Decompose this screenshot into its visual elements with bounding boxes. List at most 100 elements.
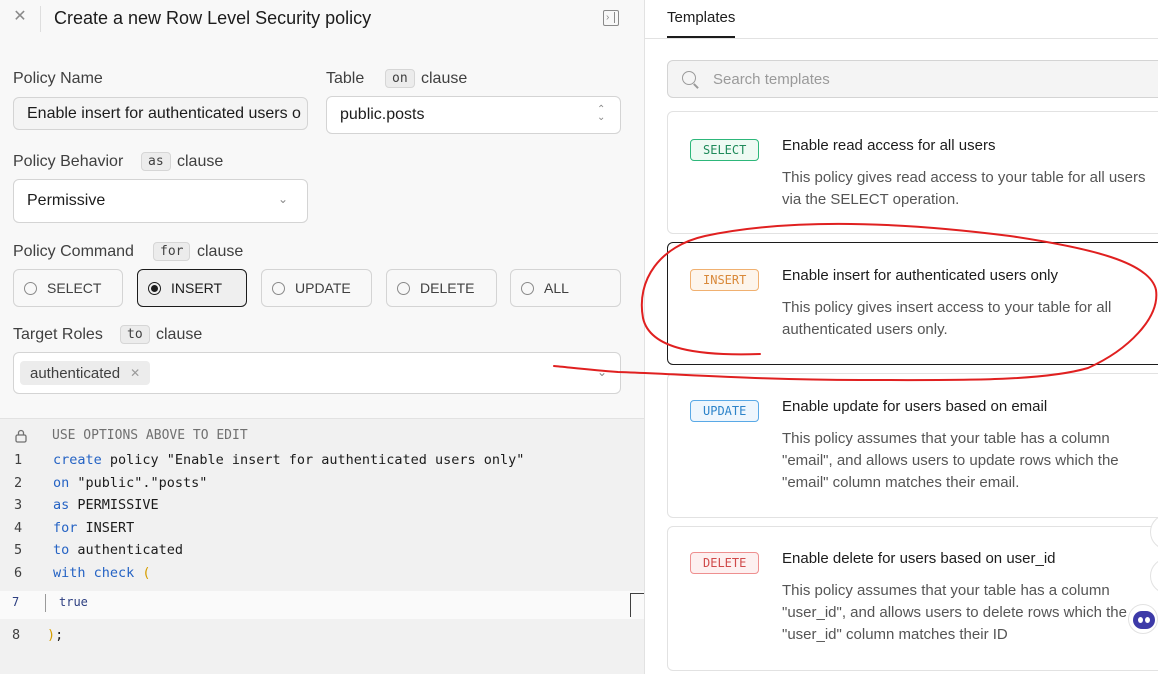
template-card-insert[interactable]: INSERT Enable insert for authenticated u… bbox=[667, 242, 1158, 365]
card-description: This policy assumes that your table has … bbox=[782, 582, 1127, 643]
radio-icon bbox=[272, 281, 285, 295]
status-badge: UPDATE bbox=[690, 400, 760, 422]
command-option-label: SELECT bbox=[47, 280, 102, 296]
sql-text: PERMISSIVE bbox=[69, 497, 159, 513]
radio-icon bbox=[397, 281, 410, 295]
status-badge: INSERT bbox=[690, 269, 760, 291]
close-icon[interactable]: ✕ bbox=[11, 8, 29, 26]
page-title: Create a new Row Level Security policy bbox=[54, 8, 372, 28]
for-clause-kbd: for bbox=[153, 242, 191, 261]
code-line: with check ( bbox=[53, 565, 151, 581]
template-card-select[interactable]: SELECT Enable read access for all users … bbox=[667, 111, 1158, 234]
code-line: for INSERT bbox=[53, 520, 134, 536]
code-line[interactable]: true bbox=[59, 595, 88, 609]
to-clause-kbd: to bbox=[120, 325, 150, 344]
roles-label: Target Roles bbox=[13, 326, 103, 343]
card-description: This policy gives insert access to your … bbox=[782, 299, 1112, 338]
cursor-bar bbox=[45, 594, 46, 612]
command-option-all[interactable]: ALL bbox=[510, 269, 621, 307]
divider bbox=[40, 6, 41, 32]
select-arrows-icon: ⌃ ⌄ bbox=[597, 104, 606, 123]
tab-templates[interactable]: Templates bbox=[667, 9, 736, 38]
search-input[interactable]: Search templates bbox=[667, 60, 1158, 98]
on-clause-kbd: on bbox=[385, 69, 415, 88]
remove-role-icon[interactable]: ✕ bbox=[130, 366, 140, 380]
code-line: to authenticated bbox=[53, 542, 183, 558]
line-number: 6 bbox=[14, 565, 23, 581]
command-option-update[interactable]: UPDATE bbox=[261, 269, 372, 307]
command-option-label: DELETE bbox=[420, 280, 475, 296]
role-chip-label: authenticated bbox=[30, 364, 121, 382]
card-description: This policy gives read access to your ta… bbox=[782, 169, 1146, 208]
role-chip: authenticated ✕ bbox=[20, 361, 151, 385]
policy-editor-panel: ✕ Create a new Row Level Security policy… bbox=[0, 0, 644, 674]
sql-paren: ) bbox=[47, 627, 56, 643]
line-number: 1 bbox=[14, 452, 23, 468]
code-line: ); bbox=[47, 627, 63, 643]
sql-paren: ( bbox=[142, 565, 151, 581]
editor-rule bbox=[630, 593, 644, 594]
radio-selected-icon bbox=[148, 281, 161, 295]
editable-line[interactable] bbox=[0, 591, 644, 619]
tab-bar: Templates bbox=[645, 0, 1158, 39]
behavior-clause-label: clause bbox=[177, 153, 224, 170]
sql-text: "public"."posts" bbox=[69, 475, 208, 491]
behavior-select-value: Permissive bbox=[27, 192, 106, 209]
code-line: as PERMISSIVE bbox=[53, 497, 159, 513]
card-title: Enable insert for authenticated users on… bbox=[782, 267, 1058, 284]
table-label: Table bbox=[326, 70, 365, 87]
behavior-label: Policy Behavior bbox=[13, 153, 124, 170]
as-clause-kbd: as bbox=[141, 152, 171, 171]
card-title: Enable read access for all users bbox=[782, 137, 996, 154]
template-card-delete[interactable]: DELETE Enable delete for users based on … bbox=[667, 526, 1158, 671]
line-number: 4 bbox=[14, 520, 23, 536]
search-icon bbox=[682, 71, 696, 85]
card-title: Enable delete for users based on user_id bbox=[782, 550, 1056, 567]
sql-text: INSERT bbox=[77, 520, 135, 536]
sql-text: policy "Enable insert for authenticated … bbox=[101, 452, 525, 468]
table-clause-label: clause bbox=[421, 70, 468, 87]
search-placeholder: Search templates bbox=[713, 71, 830, 88]
command-label: Policy Command bbox=[13, 243, 134, 260]
command-option-label: ALL bbox=[544, 280, 569, 296]
line-number: 3 bbox=[14, 497, 23, 513]
policy-name-input[interactable]: Enable insert for authenticated users o bbox=[13, 97, 308, 130]
collapse-panel-icon[interactable]: › bbox=[603, 10, 619, 26]
line-number: 5 bbox=[14, 542, 23, 558]
command-option-delete[interactable]: DELETE bbox=[386, 269, 497, 307]
command-option-select[interactable]: SELECT bbox=[13, 269, 123, 307]
status-badge: SELECT bbox=[690, 139, 760, 161]
roles-clause-label: clause bbox=[156, 326, 203, 343]
line-number: 8 bbox=[12, 627, 21, 643]
panel-header: ✕ Create a new Row Level Security policy… bbox=[0, 0, 644, 40]
table-select[interactable]: public.posts bbox=[326, 96, 621, 134]
command-option-insert[interactable]: INSERT bbox=[137, 269, 247, 307]
bot-face bbox=[1133, 611, 1155, 629]
radio-icon bbox=[521, 281, 534, 295]
sql-keyword: to bbox=[53, 542, 70, 558]
assistant-bot-icon[interactable] bbox=[1128, 604, 1158, 634]
command-clause-label: clause bbox=[197, 243, 244, 260]
code-line: on "public"."posts" bbox=[53, 475, 207, 491]
line-number: 2 bbox=[14, 475, 23, 491]
chevron-down-icon[interactable]: ⌄ bbox=[597, 365, 607, 379]
policy-name-label: Policy Name bbox=[13, 70, 103, 87]
template-card-update[interactable]: UPDATE Enable update for users based on … bbox=[667, 373, 1158, 518]
templates-panel: Templates Search templates SELECT Enable… bbox=[644, 0, 1158, 674]
sql-keyword: create bbox=[53, 452, 102, 468]
sql-keyword: on bbox=[53, 475, 70, 491]
behavior-select[interactable]: Permissive bbox=[13, 179, 308, 223]
command-option-label: INSERT bbox=[171, 280, 223, 296]
line-number: 7 bbox=[12, 595, 20, 609]
command-option-label: UPDATE bbox=[295, 280, 351, 296]
status-badge: DELETE bbox=[690, 552, 760, 574]
radio-icon bbox=[24, 281, 37, 295]
chevron-down-icon: ⌄ bbox=[278, 192, 289, 206]
editor-readonly-note: USE OPTIONS ABOVE TO EDIT bbox=[52, 428, 248, 443]
editor-rule bbox=[630, 593, 631, 617]
lock-icon bbox=[15, 429, 27, 443]
sql-keyword: as bbox=[53, 497, 70, 513]
bot-eye bbox=[1138, 617, 1143, 623]
table-select-value: public.posts bbox=[340, 106, 425, 123]
card-description: This policy assumes that your table has … bbox=[782, 430, 1119, 491]
